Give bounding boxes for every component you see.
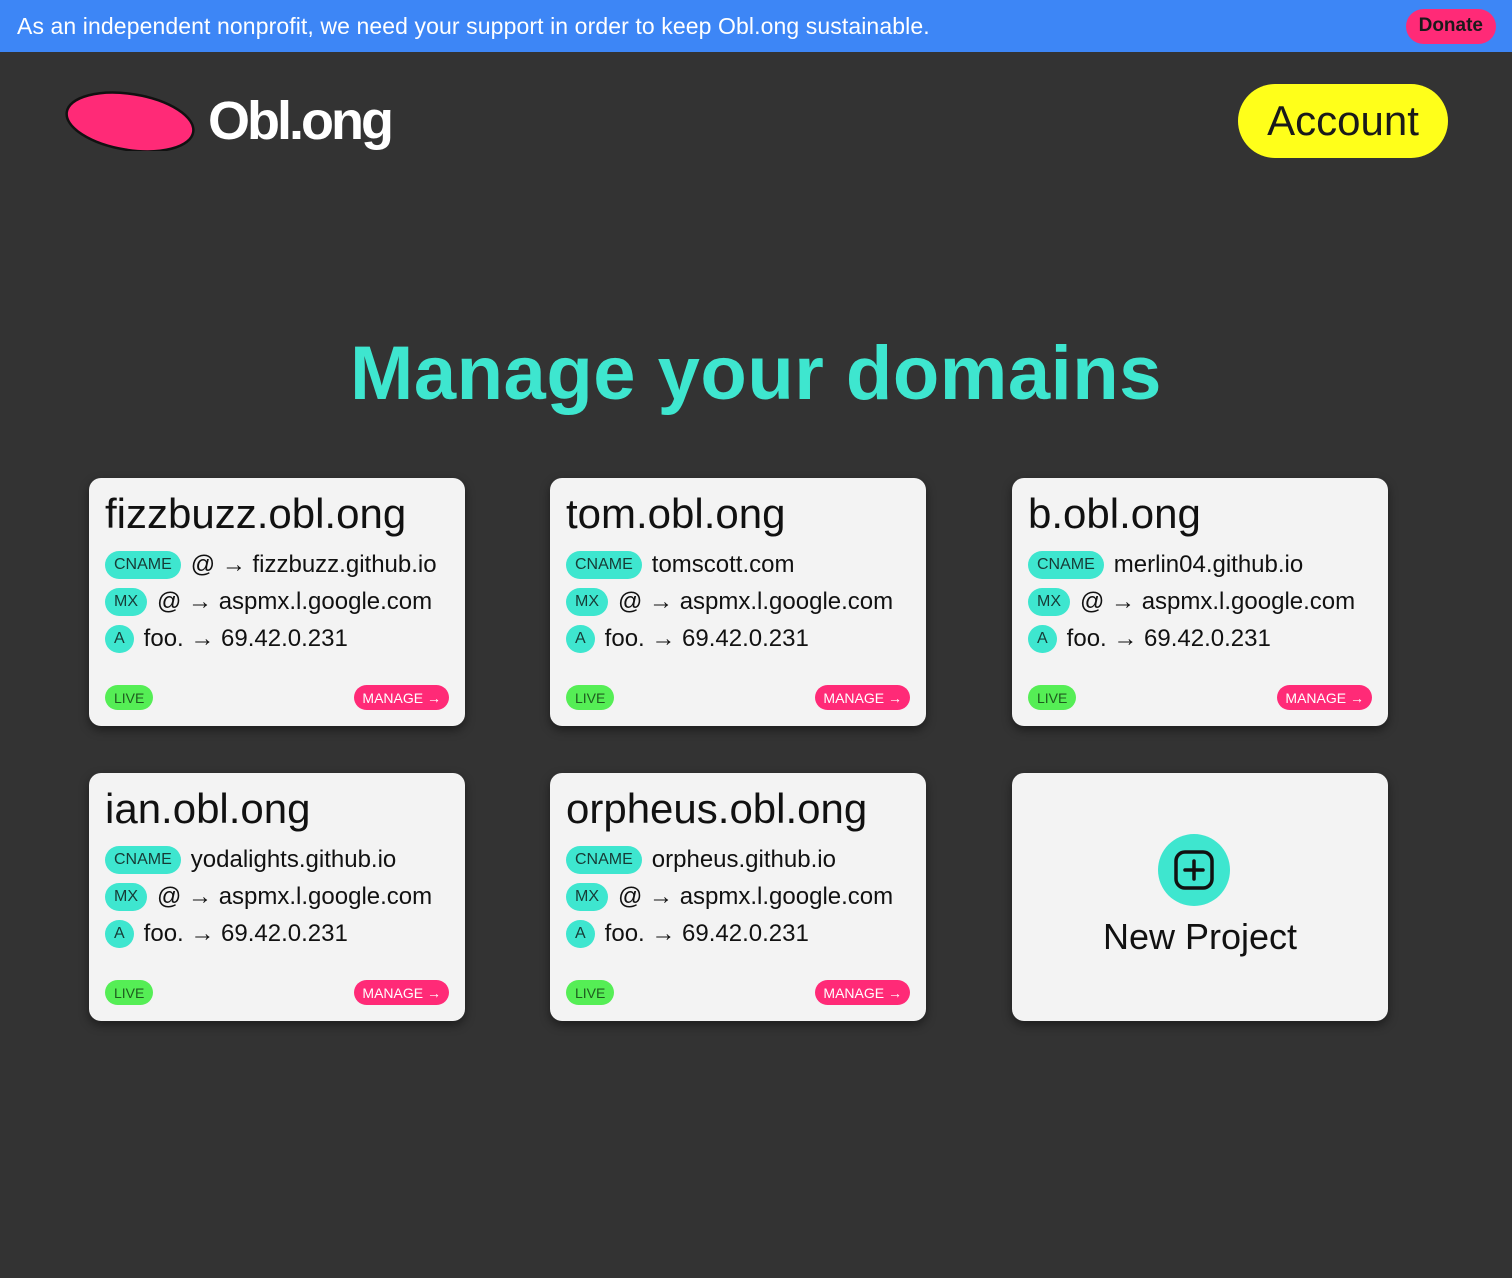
record-value: foo. → 69.42.0.231 [604,919,809,947]
manage-button[interactable]: MANAGE → [354,980,449,1005]
record-value: @ → fizzbuzz.github.io [190,550,437,578]
banner-text: As an independent nonprofit, we need you… [17,12,930,39]
dns-record: CNAME @ → fizzbuzz.github.io [105,546,449,583]
record-value: tomscott.com [651,550,795,578]
domain-card: b.obl.ong CNAME merlin04.github.io MX @ … [1012,478,1388,726]
manage-button[interactable]: MANAGE → [815,980,910,1005]
plus-square-icon [1158,834,1230,906]
dns-record: MX @ → aspmx.l.google.com [105,583,449,620]
logo-home-link[interactable]: Obl.ong [64,88,394,154]
record-type-badge: CNAME [105,845,181,874]
record-type-badge: MX [105,882,147,911]
domain-name: b.obl.ong [1028,490,1201,537]
manage-button[interactable]: MANAGE → [354,685,449,710]
record-type-badge: MX [566,587,608,616]
card-footer: LIVE MANAGE → [566,685,910,710]
domain-card: orpheus.obl.ong CNAME orpheus.github.io … [550,773,926,1021]
dns-record: CNAME yodalights.github.io [105,841,449,878]
domain-name: orpheus.obl.ong [566,785,868,832]
record-type-badge: CNAME [566,550,642,579]
record-value: foo. → 69.42.0.231 [1066,624,1271,652]
domain-name: ian.obl.ong [105,785,311,832]
domain-card: tom.obl.ong CNAME tomscott.com MX @ → as… [550,478,926,726]
record-value: @ → aspmx.l.google.com [618,587,894,615]
record-type-badge: CNAME [105,550,181,579]
record-type-badge: CNAME [566,845,642,874]
record-type-badge: A [105,919,134,948]
card-footer: LIVE MANAGE → [105,685,449,710]
logo-blob-icon [65,91,195,151]
record-value: orpheus.github.io [651,845,836,873]
record-type-badge: A [566,919,595,948]
record-type-badge: CNAME [1028,550,1104,579]
record-value: @ → aspmx.l.google.com [157,882,433,910]
record-value: yodalights.github.io [190,845,397,873]
domain-name: fizzbuzz.obl.ong [105,490,407,537]
record-type-badge: MX [105,587,147,616]
support-banner: As an independent nonprofit, we need you… [0,0,1512,52]
record-value: merlin04.github.io [1113,550,1304,578]
record-type-badge: MX [1028,587,1070,616]
record-value: @ → aspmx.l.google.com [157,587,433,615]
logo-text: Obl.ong [208,91,394,151]
status-badge: LIVE [105,980,154,1005]
manage-button[interactable]: MANAGE → [815,685,910,710]
record-type-badge: MX [566,882,608,911]
new-project-label: New Project [1102,916,1298,957]
card-footer: LIVE MANAGE → [1028,685,1372,710]
dns-record: A foo. → 69.42.0.231 [566,620,910,657]
status-badge: LIVE [1028,685,1077,710]
dns-record: A foo. → 69.42.0.231 [105,620,449,657]
domain-name: tom.obl.ong [566,490,786,537]
record-value: foo. → 69.42.0.231 [143,624,348,652]
card-footer: LIVE MANAGE → [566,980,910,1005]
dns-record: MX @ → aspmx.l.google.com [566,878,910,915]
new-project-card[interactable]: New Project [1012,773,1388,1021]
dns-record: A foo. → 69.42.0.231 [105,915,449,952]
card-footer: LIVE MANAGE → [105,980,449,1005]
dns-record: MX @ → aspmx.l.google.com [1028,583,1372,620]
status-badge: LIVE [566,980,615,1005]
donate-button[interactable]: Donate [1405,8,1496,44]
record-value: @ → aspmx.l.google.com [1080,587,1356,615]
dns-record: A foo. → 69.42.0.231 [566,915,910,952]
record-value: @ → aspmx.l.google.com [618,882,894,910]
domain-card: fizzbuzz.obl.ong CNAME @ → fizzbuzz.gith… [89,478,465,726]
dns-record: CNAME merlin04.github.io [1028,546,1372,583]
status-badge: LIVE [566,685,615,710]
dns-record: MX @ → aspmx.l.google.com [566,583,910,620]
record-type-badge: A [105,624,134,653]
status-badge: LIVE [105,685,154,710]
record-type-badge: A [1028,624,1057,653]
manage-button[interactable]: MANAGE → [1277,685,1372,710]
dns-record: A foo. → 69.42.0.231 [1028,620,1372,657]
dns-record: CNAME orpheus.github.io [566,841,910,878]
record-value: foo. → 69.42.0.231 [604,624,809,652]
account-button[interactable]: Account [1238,84,1448,158]
record-type-badge: A [566,624,595,653]
dns-record: CNAME tomscott.com [566,546,910,583]
domain-card: ian.obl.ong CNAME yodalights.github.io M… [89,773,465,1021]
dns-record: MX @ → aspmx.l.google.com [105,878,449,915]
record-value: foo. → 69.42.0.231 [143,919,348,947]
page-title: Manage your domains [350,331,1162,416]
